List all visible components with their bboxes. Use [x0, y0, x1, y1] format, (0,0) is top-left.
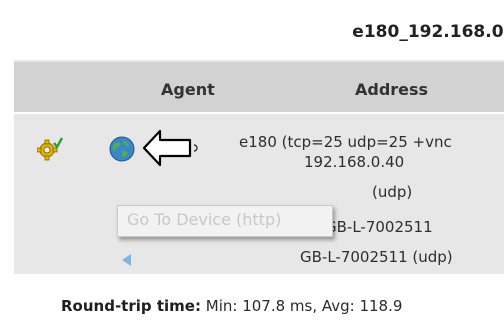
globe-icon[interactable] [107, 134, 137, 164]
gear-check-icon[interactable] [37, 136, 63, 162]
row-3-address: GB-L-7002511 (udp) [300, 248, 453, 266]
column-header-address[interactable]: Address [355, 80, 428, 99]
round-trip-value: Min: 107.8 ms, Avg: 118.9 [205, 297, 403, 315]
address-line-3: (udp) [372, 183, 413, 201]
row-2-address: GB-L-7002511 [325, 218, 433, 236]
column-header-agent[interactable]: Agent [161, 80, 215, 99]
address-line-1: e180 (tcp=25 udp=25 +vnc [239, 133, 452, 151]
tooltip-text: Go To Device (http) [127, 210, 282, 229]
round-trip-label: Round-trip time: [61, 297, 201, 315]
arrow-callout-icon [142, 129, 198, 167]
table-header-row [14, 62, 504, 114]
triangle-left-icon[interactable] [122, 254, 131, 266]
round-trip-time: Round-trip time: Min: 107.8 ms, Avg: 118… [61, 297, 402, 315]
address-line-2: 192.168.0.40 [304, 153, 405, 171]
page-title: e180_192.168.0. [352, 22, 504, 42]
